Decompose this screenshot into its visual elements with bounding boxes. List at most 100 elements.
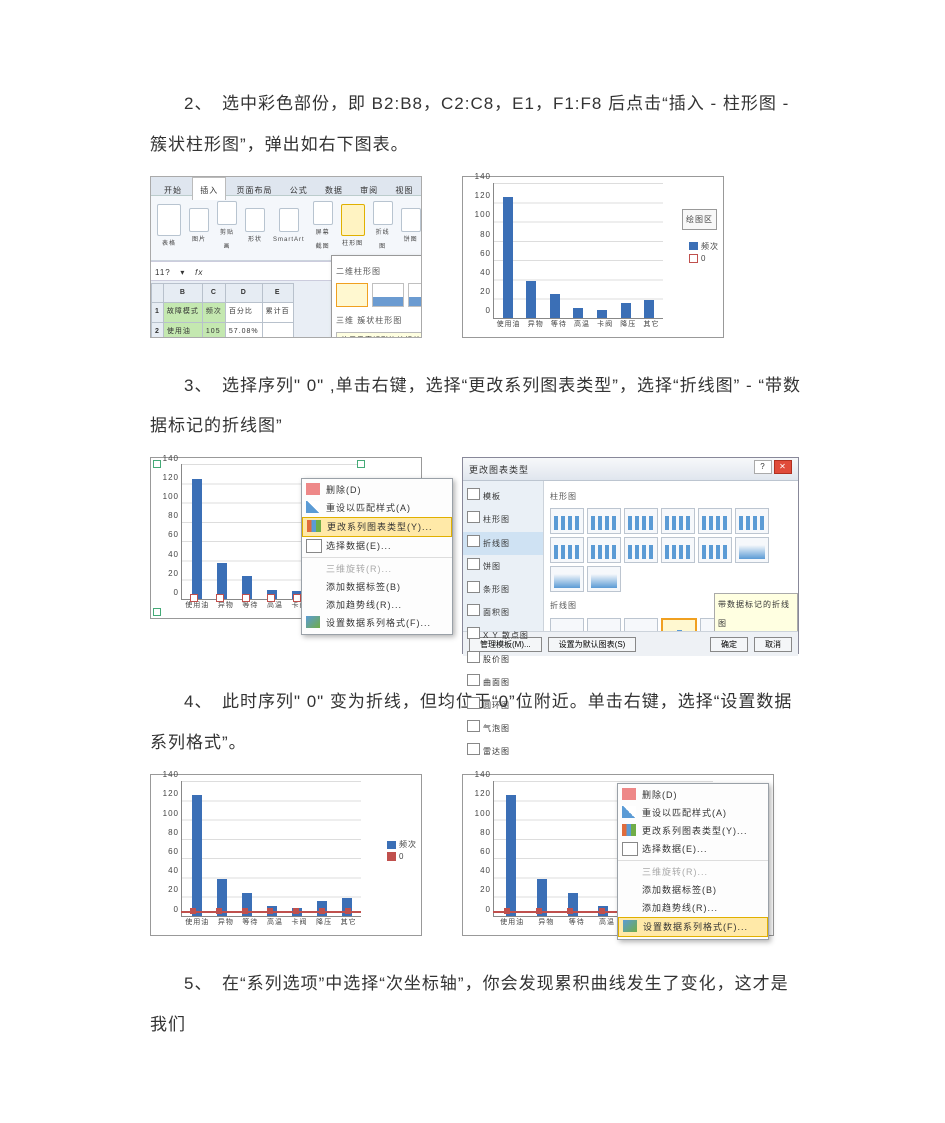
dialog-titlebar[interactable]: 更改图表类型 ? ✕ xyxy=(463,458,798,481)
menu-item[interactable]: 删除(D) xyxy=(302,481,452,499)
zero-line-series[interactable] xyxy=(181,911,361,913)
series-context-menu[interactable]: 删除(D)重设以匹配样式(A)更改系列图表类型(Y)...选择数据(E)...三… xyxy=(301,478,453,635)
bar[interactable] xyxy=(506,795,516,916)
chart-thumb[interactable] xyxy=(735,537,769,563)
series-marker[interactable] xyxy=(599,908,605,914)
chart-thumb[interactable] xyxy=(698,508,732,534)
chart-thumb[interactable] xyxy=(624,508,658,534)
bar[interactable] xyxy=(192,479,202,600)
chart-category-item[interactable]: X Y 散点图 xyxy=(463,624,543,647)
chart-thumb[interactable] xyxy=(550,508,584,534)
change-chart-type-dialog[interactable]: 更改图表类型 ? ✕ 模板柱形图折线图饼图条形图面积图X Y 散点图股价图曲面图… xyxy=(462,457,799,654)
chart-category-item[interactable]: 折线图 xyxy=(463,532,543,555)
series-marker[interactable] xyxy=(319,908,325,914)
menu-item[interactable]: 添加趋势线(R)... xyxy=(302,596,452,614)
bar[interactable] xyxy=(503,197,513,318)
series-marker[interactable] xyxy=(190,908,196,914)
chart-thumb[interactable] xyxy=(550,537,584,563)
tab-home[interactable]: 开始 xyxy=(157,178,189,200)
series-marker[interactable] xyxy=(293,594,301,602)
series-marker[interactable] xyxy=(216,594,224,602)
cancel-button[interactable]: 取消 xyxy=(754,637,792,652)
bar[interactable] xyxy=(192,795,202,916)
dialog-close-button[interactable]: ✕ xyxy=(774,460,792,474)
table-icon[interactable] xyxy=(157,204,181,236)
clustered-column-thumb[interactable] xyxy=(336,283,368,307)
set-default-chart-button[interactable]: 设置为默认图表(S) xyxy=(548,637,637,652)
series-marker[interactable] xyxy=(216,908,222,914)
tab-data[interactable]: 数据 xyxy=(318,178,350,200)
chart-category-item[interactable]: 曲面图 xyxy=(463,671,543,694)
chart-category-item[interactable]: 条形图 xyxy=(463,578,543,601)
chart-type-category-list[interactable]: 模板柱形图折线图饼图条形图面积图X Y 散点图股价图曲面图圆环图气泡图雷达图 xyxy=(463,481,544,631)
chart-thumb[interactable] xyxy=(698,537,732,563)
chart-thumb[interactable] xyxy=(587,508,621,534)
menu-item[interactable]: 重设以匹配样式(A) xyxy=(302,499,452,517)
chart-category-item[interactable]: 气泡图 xyxy=(463,717,543,740)
shapes-icon[interactable] xyxy=(245,208,265,232)
stacked-column-thumb[interactable] xyxy=(372,283,404,307)
column-chart-dropdown[interactable]: 二维柱形图 三维 簇状柱形图 使用垂直矩形比较相关于类别轴上的数值大小。 xyxy=(331,255,422,338)
chart-thumb-line[interactable] xyxy=(550,618,584,632)
tab-review[interactable]: 审阅 xyxy=(353,178,385,200)
chart-thumb[interactable] xyxy=(550,566,584,592)
clipart-icon[interactable] xyxy=(217,201,237,225)
chart-thumb[interactable] xyxy=(624,537,658,563)
series-marker[interactable] xyxy=(567,908,573,914)
pie-chart-icon[interactable] xyxy=(401,208,421,232)
chart-thumb[interactable] xyxy=(735,508,769,534)
menu-item[interactable]: 更改系列图表类型(Y)... xyxy=(302,517,452,537)
smartart-icon[interactable] xyxy=(279,208,299,232)
chart-category-item[interactable]: 饼图 xyxy=(463,555,543,578)
line-chart-icon[interactable] xyxy=(373,201,393,225)
menu-item[interactable]: 添加数据标签(B) xyxy=(302,578,452,596)
ok-button[interactable]: 确定 xyxy=(710,637,748,652)
series-marker[interactable] xyxy=(267,908,273,914)
chart-thumb[interactable] xyxy=(587,566,621,592)
series-marker[interactable] xyxy=(242,908,248,914)
menu-item[interactable]: 添加趋势线(R)... xyxy=(618,899,768,917)
column-chart-icon[interactable] xyxy=(341,204,365,236)
menu-item[interactable]: 添加数据标签(B) xyxy=(618,881,768,899)
menu-item[interactable]: 选择数据(E)... xyxy=(618,840,768,858)
chart-thumb-line-markers[interactable] xyxy=(661,618,697,632)
tab-insert[interactable]: 插入 xyxy=(192,177,226,200)
bar[interactable] xyxy=(621,303,631,317)
menu-item[interactable]: 重设以匹配样式(A) xyxy=(618,804,768,822)
series-marker[interactable] xyxy=(504,908,510,914)
plot-area-button[interactable]: 绘图区 xyxy=(682,209,717,230)
selection-handle[interactable] xyxy=(153,460,161,468)
series-marker[interactable] xyxy=(536,908,542,914)
chart-category-item[interactable]: 雷达图 xyxy=(463,740,543,763)
chart-category-item[interactable]: 股价图 xyxy=(463,648,543,671)
screenshot-icon[interactable] xyxy=(313,201,333,225)
bar[interactable] xyxy=(526,281,536,318)
menu-item[interactable]: 选择数据(E)... xyxy=(302,537,452,555)
tab-layout[interactable]: 页面布局 xyxy=(229,178,279,200)
selection-handle[interactable] xyxy=(153,608,161,616)
series-context-menu[interactable]: 删除(D)重设以匹配样式(A)更改系列图表类型(Y)...选择数据(E)...三… xyxy=(617,783,769,940)
chart-thumb[interactable] xyxy=(587,537,621,563)
bar[interactable] xyxy=(644,300,654,317)
series-marker[interactable] xyxy=(345,908,351,914)
series-marker[interactable] xyxy=(267,594,275,602)
chart-thumb[interactable] xyxy=(661,537,695,563)
dialog-help-button[interactable]: ? xyxy=(754,460,772,474)
chart-category-item[interactable]: 圆环图 xyxy=(463,694,543,717)
tab-formulas[interactable]: 公式 xyxy=(283,178,315,200)
picture-icon[interactable] xyxy=(189,208,209,232)
chart-category-item[interactable]: 面积图 xyxy=(463,601,543,624)
tab-view[interactable]: 视图 xyxy=(388,178,420,200)
chart-thumb-line[interactable] xyxy=(624,618,658,632)
stacked100-column-thumb[interactable] xyxy=(408,283,422,307)
series-marker[interactable] xyxy=(190,594,198,602)
menu-item[interactable]: 删除(D) xyxy=(618,786,768,804)
menu-item[interactable]: 设置数据系列格式(F)... xyxy=(618,917,768,937)
series-marker[interactable] xyxy=(293,908,299,914)
menu-item[interactable]: 设置数据系列格式(F)... xyxy=(302,614,452,632)
chart-category-item[interactable]: 柱形图 xyxy=(463,508,543,531)
series-marker[interactable] xyxy=(242,594,250,602)
chart-thumb[interactable] xyxy=(661,508,695,534)
selection-handle[interactable] xyxy=(357,460,365,468)
chart-category-item[interactable]: 模板 xyxy=(463,485,543,508)
